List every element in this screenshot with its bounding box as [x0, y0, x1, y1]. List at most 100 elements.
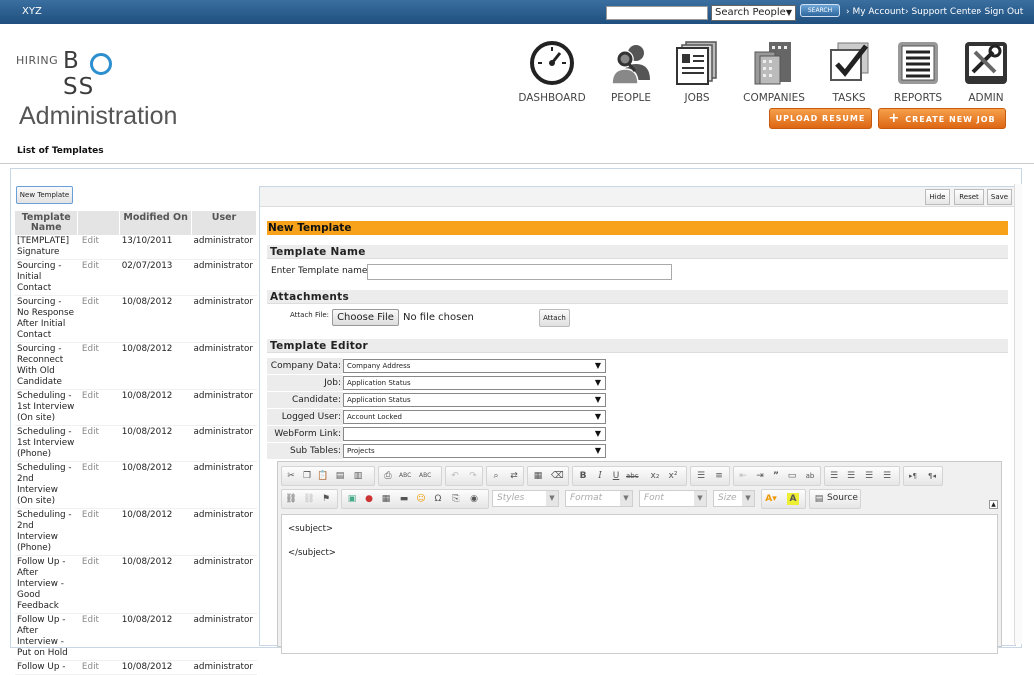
- edit-link[interactable]: Edit: [77, 389, 120, 426]
- search-button[interactable]: SEARCH: [800, 4, 840, 17]
- scayt-icon[interactable]: ABC: [419, 470, 431, 482]
- styles-dropdown[interactable]: Styles ▼: [492, 490, 559, 507]
- reset-button[interactable]: Reset: [954, 189, 984, 205]
- webform-link-select[interactable]: ▼: [343, 427, 606, 441]
- format-dropdown[interactable]: Format ▼: [565, 490, 633, 507]
- edit-link[interactable]: Edit: [77, 235, 120, 260]
- table-row[interactable]: Sourcing - No Response After Initial Con…: [15, 295, 257, 343]
- job-select[interactable]: Application Status ▼: [343, 376, 606, 390]
- edit-link[interactable]: Edit: [77, 613, 120, 661]
- table-row[interactable]: Scheduling - 2nd Interview (Phone) Edit 10…: [15, 508, 257, 556]
- candidate-select[interactable]: Application Status ▼: [343, 393, 606, 407]
- div-container-icon[interactable]: ▭: [786, 470, 798, 482]
- horizontal-line-icon[interactable]: ▬: [398, 493, 410, 505]
- select-all-icon[interactable]: ▦: [532, 470, 544, 482]
- editor-content-area[interactable]: <subject> </subject>: [281, 514, 998, 654]
- edit-link[interactable]: Edit: [77, 461, 120, 509]
- template-name-input[interactable]: [367, 264, 672, 280]
- sub-tables-select[interactable]: Projects ▼: [343, 444, 606, 458]
- outdent-icon[interactable]: ⇤: [737, 470, 749, 482]
- nav-dashboard[interactable]: DASHBOARD: [517, 40, 587, 104]
- paste-icon[interactable]: 📋: [317, 470, 329, 482]
- copy-icon[interactable]: ❐: [301, 470, 313, 482]
- text-color-icon[interactable]: A▾: [765, 493, 777, 505]
- print-icon[interactable]: ⎙: [382, 470, 394, 482]
- search-input[interactable]: [606, 6, 708, 20]
- italic-icon[interactable]: I: [594, 470, 606, 482]
- special-char-icon[interactable]: Ω: [432, 493, 444, 505]
- image-icon[interactable]: ▣: [346, 493, 358, 505]
- indent-icon[interactable]: ⇥: [754, 470, 766, 482]
- table-row[interactable]: Follow Up - Edit 10/08/2012 administrator: [15, 660, 257, 675]
- support-center-link[interactable]: Support Center: [905, 7, 980, 17]
- column-header-modified-on[interactable]: Modified On: [119, 211, 192, 235]
- nav-jobs[interactable]: JOBS: [662, 40, 732, 104]
- align-center-icon[interactable]: ☰: [845, 470, 857, 482]
- nav-companies[interactable]: COMPANIES: [739, 40, 809, 104]
- upload-resume-button[interactable]: UPLOAD RESUME: [769, 108, 872, 129]
- edit-link[interactable]: Edit: [77, 660, 120, 675]
- table-row[interactable]: Sourcing - Initial Contact Edit 02/07/2013…: [15, 259, 257, 296]
- align-right-icon[interactable]: ☰: [863, 470, 875, 482]
- column-header-user[interactable]: User: [191, 211, 257, 235]
- iframe-icon[interactable]: ◉: [468, 493, 480, 505]
- spell-toggle-icon[interactable]: ab: [804, 470, 816, 482]
- smiley-icon[interactable]: ☺: [415, 493, 427, 505]
- undo-icon[interactable]: ↶: [449, 470, 461, 482]
- table-row[interactable]: Scheduling - 1st Interview (On site) Edit…: [15, 389, 257, 426]
- source-icon[interactable]: ▤: [813, 493, 825, 505]
- edit-link[interactable]: Edit: [77, 342, 120, 390]
- numbered-list-icon[interactable]: ☰: [695, 470, 707, 482]
- edit-link[interactable]: Edit: [77, 508, 120, 556]
- rtl-icon[interactable]: ¶◂: [926, 470, 938, 482]
- my-account-link[interactable]: My Account: [846, 7, 904, 17]
- nav-admin[interactable]: ADMIN: [951, 40, 1021, 104]
- create-new-job-button[interactable]: + CREATE NEW JOB: [878, 108, 1006, 129]
- table-row[interactable]: Scheduling - 2nd Interview (On site) Edit…: [15, 461, 257, 509]
- company-data-select[interactable]: Company Address ▼: [343, 359, 606, 373]
- unlink-icon[interactable]: ⛓: [303, 493, 315, 505]
- table-row[interactable]: Follow Up - After Interview - Good Feedb…: [15, 555, 257, 614]
- nav-reports[interactable]: REPORTS: [883, 40, 953, 104]
- edit-link[interactable]: Edit: [77, 555, 120, 614]
- ltr-icon[interactable]: ▸¶: [907, 470, 919, 482]
- logged-user-select[interactable]: Account Locked ▼: [343, 410, 606, 424]
- column-header-template-name[interactable]: Template Name: [15, 211, 79, 235]
- paste-text-icon[interactable]: ▤: [334, 470, 346, 482]
- new-template-button[interactable]: New Template: [16, 186, 73, 204]
- background-color-icon[interactable]: A: [787, 493, 799, 505]
- hide-button[interactable]: Hide: [925, 189, 950, 205]
- edit-link[interactable]: Edit: [77, 425, 120, 462]
- search-type-select[interactable]: Search People ▼: [711, 5, 796, 21]
- sign-out-link[interactable]: Sign Out: [978, 7, 1023, 17]
- blockquote-icon[interactable]: ”: [770, 470, 782, 482]
- edit-link[interactable]: Edit: [77, 295, 120, 343]
- table-row[interactable]: [TEMPLATE] Signature Edit 13/10/2011 admini…: [15, 235, 257, 260]
- link-icon[interactable]: ⛓: [285, 493, 297, 505]
- justify-icon[interactable]: ☰: [881, 470, 893, 482]
- find-icon[interactable]: ⌕: [490, 470, 502, 482]
- table-row[interactable]: Scheduling - 1st Interview (Phone) Edit 10…: [15, 425, 257, 462]
- cut-icon[interactable]: ✂: [285, 470, 297, 482]
- save-button[interactable]: Save: [987, 189, 1012, 205]
- attach-button[interactable]: Attach: [539, 309, 570, 327]
- nav-tasks[interactable]: TASKS: [814, 40, 884, 104]
- strikethrough-icon[interactable]: abc: [626, 470, 639, 482]
- subscript-icon[interactable]: x₂: [649, 470, 661, 482]
- redo-icon[interactable]: ↷: [467, 470, 479, 482]
- edit-link[interactable]: Edit: [77, 259, 120, 296]
- table-row[interactable]: Sourcing - Reconnect With Old Candidate E…: [15, 342, 257, 390]
- table-row[interactable]: Follow Up - After Interview - Put on Hol…: [15, 613, 257, 661]
- superscript-icon[interactable]: x²: [667, 470, 679, 482]
- page-break-icon[interactable]: ⎘: [450, 493, 462, 505]
- choose-file-button[interactable]: Choose File: [332, 309, 399, 326]
- bulleted-list-icon[interactable]: ≡: [713, 470, 725, 482]
- remove-format-icon[interactable]: ⌫: [551, 470, 564, 482]
- replace-icon[interactable]: ⇄: [508, 470, 520, 482]
- paste-word-icon[interactable]: ▥: [352, 470, 364, 482]
- table-icon[interactable]: ▦: [380, 493, 392, 505]
- nav-people[interactable]: PEOPLE: [596, 40, 666, 104]
- panel-scrollbar[interactable]: [1014, 184, 1022, 644]
- collapse-toolbar-icon[interactable]: ▲: [989, 500, 998, 509]
- bold-icon[interactable]: B: [577, 470, 589, 482]
